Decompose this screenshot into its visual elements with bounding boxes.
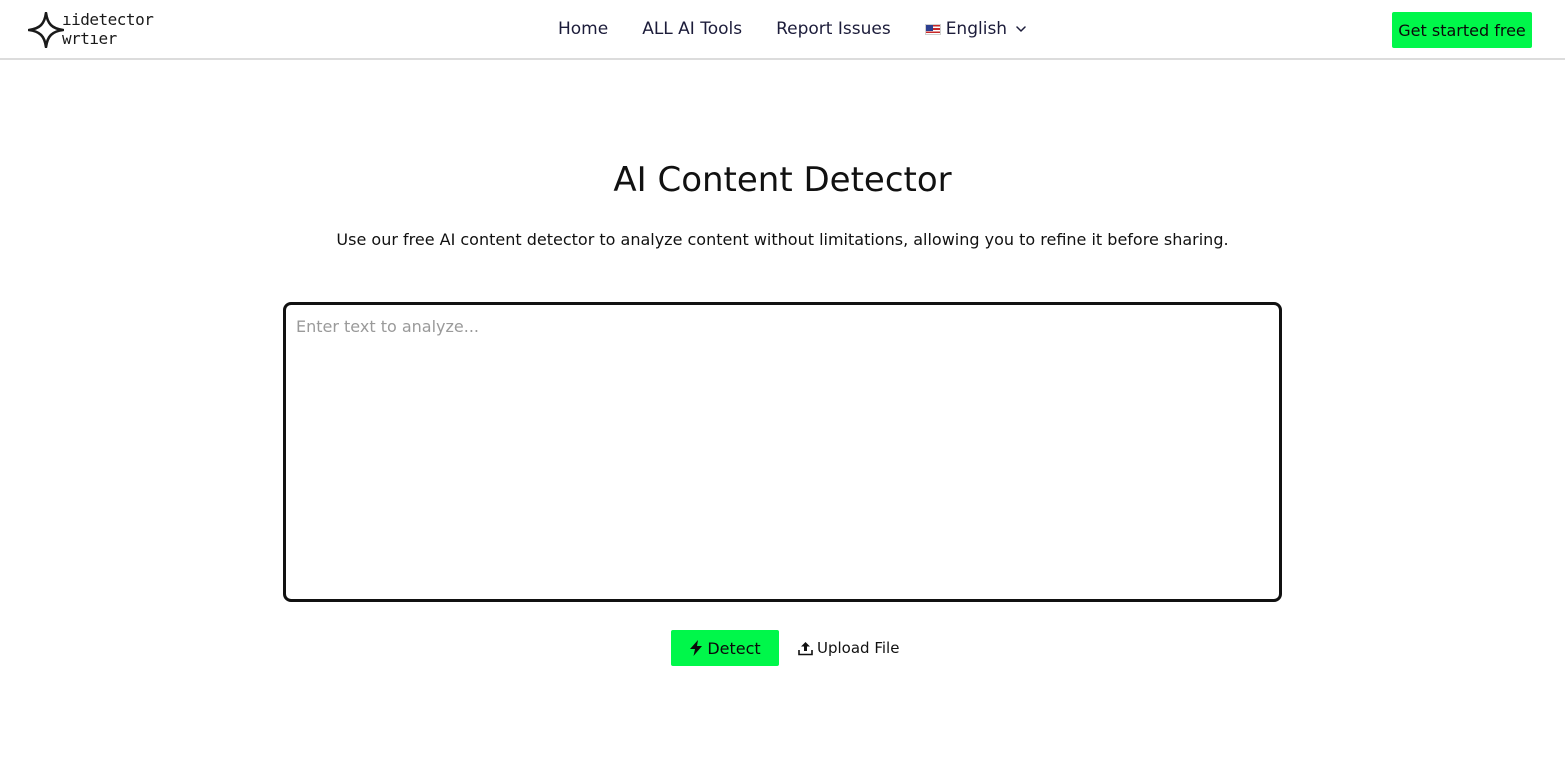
upload-icon: [798, 641, 813, 655]
top-navbar: ıidetector wrtıer Home ALL AI Tools Repo…: [0, 0, 1565, 60]
logo-line-1: ıidetector: [62, 10, 154, 29]
upload-label: Upload File: [817, 639, 900, 657]
chevron-down-icon: [1016, 26, 1026, 32]
logo-wordmark: ıidetector wrtıer: [62, 10, 154, 48]
logo-line-2: wrtıer: [62, 29, 117, 48]
lightning-bolt-icon: [690, 640, 703, 656]
us-flag-icon: [924, 23, 941, 35]
language-label: English: [945, 19, 1008, 39]
site-logo[interactable]: ıidetector wrtıer: [28, 10, 168, 50]
nav-home[interactable]: Home: [558, 19, 608, 39]
four-point-star-icon: [28, 12, 64, 48]
get-started-button[interactable]: Get started free: [1392, 12, 1532, 48]
text-analyze-input[interactable]: [283, 302, 1282, 602]
detect-label: Detect: [707, 638, 761, 658]
nav-report-issues[interactable]: Report Issues: [776, 19, 891, 39]
upload-file-button[interactable]: Upload File: [798, 639, 899, 657]
nav-all-ai-tools[interactable]: ALL AI Tools: [642, 19, 742, 39]
page-title: AI Content Detector: [613, 160, 952, 200]
action-bar: Detect Upload File: [671, 630, 899, 666]
detect-button[interactable]: Detect: [671, 630, 779, 666]
main-nav: Home ALL AI Tools Report Issues English: [558, 0, 1027, 58]
page-subtitle: Use our free AI content detector to anal…: [336, 230, 1229, 249]
language-selector[interactable]: English: [924, 19, 1027, 39]
